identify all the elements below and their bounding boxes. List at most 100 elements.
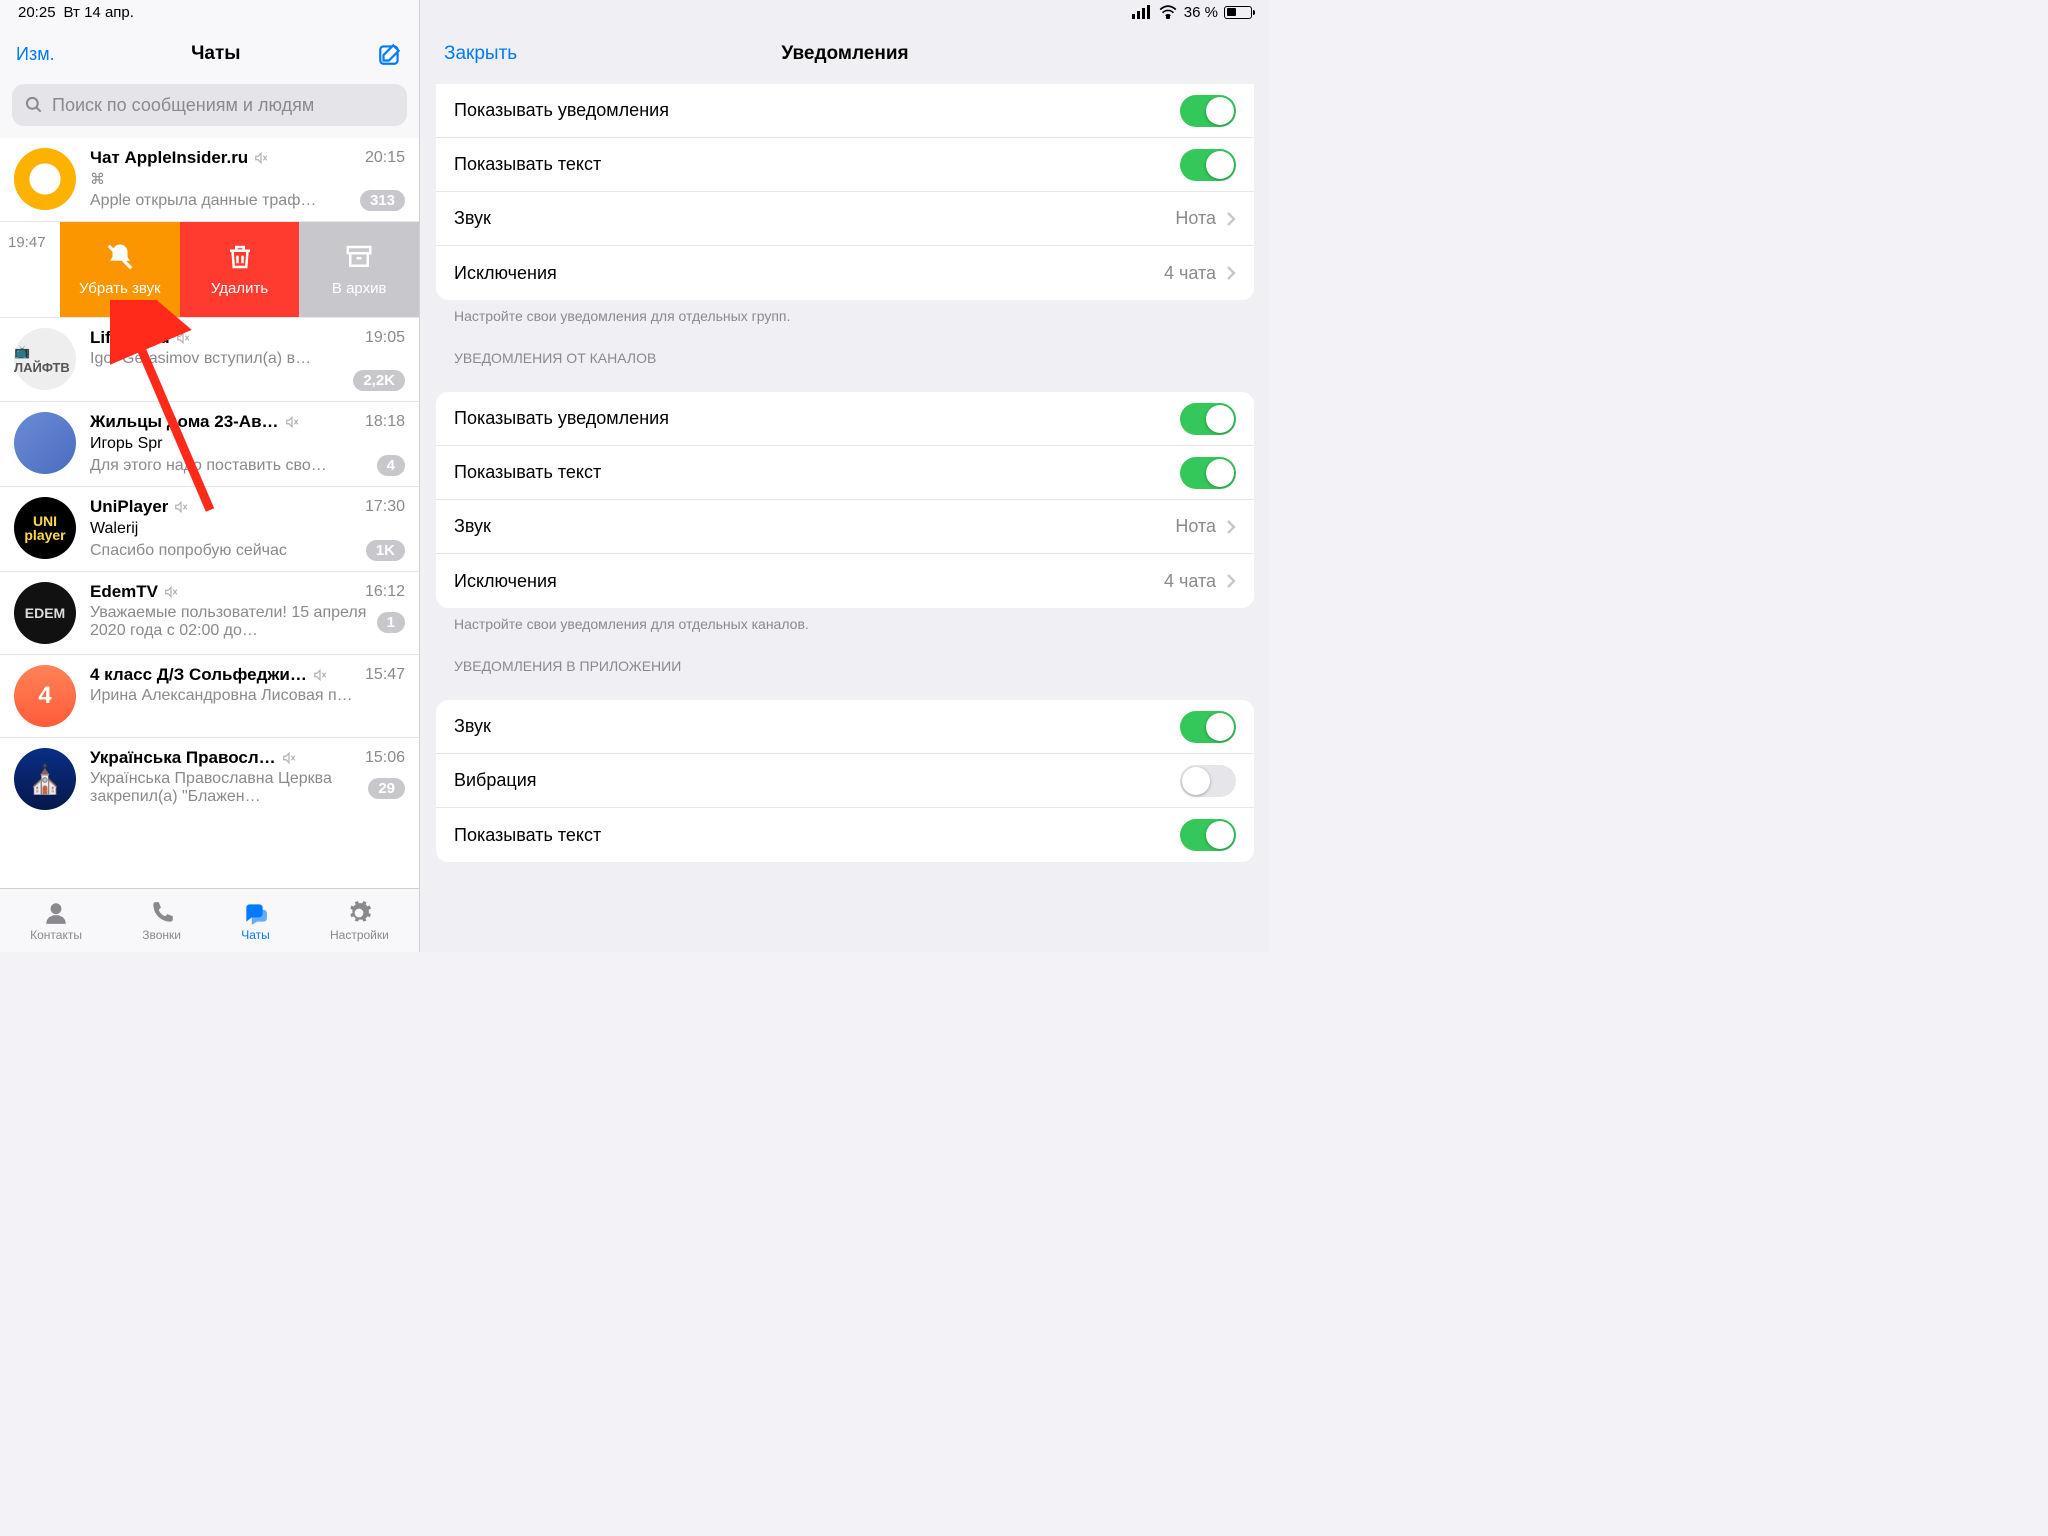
setting-label: Показывать текст — [454, 825, 601, 846]
chat-list[interactable]: Чат AppleInsider.ru 20:15 ⌘ Apple открыл… — [0, 138, 419, 888]
chat-sender: Игорь Spr — [90, 435, 405, 453]
muted-icon — [285, 415, 299, 429]
phone-icon — [148, 900, 176, 926]
wifi-icon — [1158, 5, 1178, 19]
swipe-actions: 19:47 Убрать звук Удалить В архив — [0, 222, 419, 318]
chat-row[interactable]: 4 4 класс Д/З Сольфеджи… 15:47 Ирина Але… — [0, 655, 419, 738]
toggle-switch[interactable] — [1180, 149, 1236, 181]
close-button[interactable]: Закрыть — [444, 43, 517, 65]
settings-content[interactable]: Показывать уведомления Показывать текст … — [420, 84, 1270, 952]
tab-chats[interactable]: Чаты — [241, 900, 270, 942]
toggle-switch[interactable] — [1180, 403, 1236, 435]
bell-slash-icon — [105, 242, 135, 272]
group-footer: Настройте свои уведомления для отдельных… — [420, 608, 1270, 632]
avatar: 📺 ЛАЙФТВ — [14, 328, 76, 390]
swipe-mute-label: Убрать звук — [79, 280, 161, 297]
chat-time: 15:06 — [365, 749, 405, 767]
setting-show-text[interactable]: Показывать текст — [436, 138, 1254, 192]
setting-label: Звук — [454, 208, 491, 229]
setting-show-notifications[interactable]: Показывать уведомления — [436, 84, 1254, 138]
avatar — [14, 148, 76, 210]
unread-badge: 313 — [360, 190, 405, 211]
chat-preview: Уважаемые пользователи! 15 апреля 2020 г… — [90, 604, 369, 640]
unread-badge: 1K — [366, 540, 405, 561]
toggle-switch[interactable] — [1180, 457, 1236, 489]
chat-row[interactable]: Жильцы дома 23-Ав… 18:18 Игорь Spr Для э… — [0, 402, 419, 487]
chat-time: 19:05 — [365, 329, 405, 347]
tab-label: Контакты — [30, 928, 82, 942]
muted-icon — [254, 151, 268, 165]
chevron-right-icon — [1226, 573, 1236, 589]
edit-button[interactable]: Изм. — [16, 44, 55, 65]
setting-inapp-show-text[interactable]: Показывать текст — [436, 808, 1254, 862]
avatar: ⛪ — [14, 748, 76, 810]
setting-channel-sound[interactable]: Звук Нота — [436, 500, 1254, 554]
chevron-right-icon — [1226, 211, 1236, 227]
setting-channel-show-text[interactable]: Показывать текст — [436, 446, 1254, 500]
tab-settings[interactable]: Настройки — [330, 900, 389, 942]
chat-name: UniPlayer — [90, 497, 168, 517]
chat-preview: Спасибо попробую сейчас — [90, 542, 287, 560]
tab-contacts[interactable]: Контакты — [30, 900, 82, 942]
chat-preview: Українська Православна Церква закрепил(а… — [90, 770, 360, 806]
chat-preview: Ирина Александровна Лисовая п… — [90, 687, 353, 705]
swipe-delete-button[interactable]: Удалить — [180, 222, 300, 317]
setting-value: Нота — [1175, 516, 1216, 537]
battery-percent: 36 % — [1184, 4, 1218, 21]
statusbar: 20:25 Вт 14 апр. — [0, 0, 419, 24]
swipe-archive-button[interactable]: В архив — [299, 222, 419, 317]
chat-name: EdemTV — [90, 582, 158, 602]
chat-preview: Для этого надо поставить сво… — [90, 457, 327, 475]
muted-icon — [313, 668, 327, 682]
muted-icon — [164, 585, 178, 599]
setting-value: Нота — [1175, 208, 1216, 229]
search-placeholder: Поиск по сообщениям и людям — [52, 95, 314, 116]
toggle-switch[interactable] — [1180, 819, 1236, 851]
setting-sound[interactable]: Звук Нота — [436, 192, 1254, 246]
contact-icon — [42, 900, 70, 926]
chat-time: 20:15 — [365, 149, 405, 167]
setting-label: Исключения — [454, 263, 557, 284]
status-date: Вт 14 апр. — [64, 4, 134, 21]
setting-label: Вибрация — [454, 770, 537, 791]
avatar: UNIplayer — [14, 497, 76, 559]
chat-preview: Apple открыла данные траф… — [90, 192, 316, 210]
setting-inapp-vibration[interactable]: Вибрация — [436, 754, 1254, 808]
chat-row[interactable]: ⛪ Українська Правосл… 15:06 Українська П… — [0, 738, 419, 820]
cellular-icon — [1132, 5, 1152, 19]
swipe-mute-button[interactable]: Убрать звук — [60, 222, 180, 317]
unread-badge: 1 — [377, 612, 405, 633]
chat-time: 18:18 — [365, 413, 405, 431]
muted-icon — [176, 331, 190, 345]
toggle-switch[interactable] — [1180, 95, 1236, 127]
swipe-time: 19:47 — [0, 222, 60, 317]
chat-row[interactable]: EDEM EdemTV 16:12 Уважаемые пользователи… — [0, 572, 419, 655]
setting-label: Исключения — [454, 571, 557, 592]
chat-row[interactable]: 📺 ЛАЙФТВ Life TV.eu 19:05 Igor Gerasimov… — [0, 318, 419, 402]
setting-label: Показывать текст — [454, 462, 601, 483]
tab-calls[interactable]: Звонки — [142, 900, 181, 942]
setting-channel-notifications[interactable]: Показывать уведомления — [436, 392, 1254, 446]
setting-channel-exceptions[interactable]: Исключения 4 чата — [436, 554, 1254, 608]
setting-inapp-sound[interactable]: Звук — [436, 700, 1254, 754]
setting-exceptions[interactable]: Исключения 4 чата — [436, 246, 1254, 300]
group-header: УВЕДОМЛЕНИЯ В ПРИЛОЖЕНИИ — [420, 632, 1270, 682]
gear-icon — [345, 900, 373, 926]
chat-time: 15:47 — [365, 666, 405, 684]
chat-time: 17:30 — [365, 498, 405, 516]
setting-label: Показывать текст — [454, 154, 601, 175]
chat-time: 16:12 — [365, 583, 405, 601]
chat-preview: Igor Gerasimov вступил(а) в… — [90, 350, 311, 368]
left-header: Изм. Чаты — [0, 24, 419, 84]
unread-badge: 2,2K — [353, 370, 405, 391]
search-input[interactable]: Поиск по сообщениям и людям — [12, 84, 407, 126]
avatar: 4 — [14, 665, 76, 727]
swipe-archive-label: В архив — [332, 280, 387, 297]
toggle-switch[interactable] — [1180, 711, 1236, 743]
compose-icon[interactable] — [377, 41, 403, 67]
chat-row[interactable]: Чат AppleInsider.ru 20:15 ⌘ Apple открыл… — [0, 138, 419, 222]
chat-row[interactable]: UNIplayer UniPlayer 17:30 Walerij Спасиб… — [0, 487, 419, 572]
toggle-switch[interactable] — [1180, 765, 1236, 797]
unread-badge: 29 — [368, 778, 405, 799]
group-footer: Настройте свои уведомления для отдельных… — [420, 300, 1270, 324]
